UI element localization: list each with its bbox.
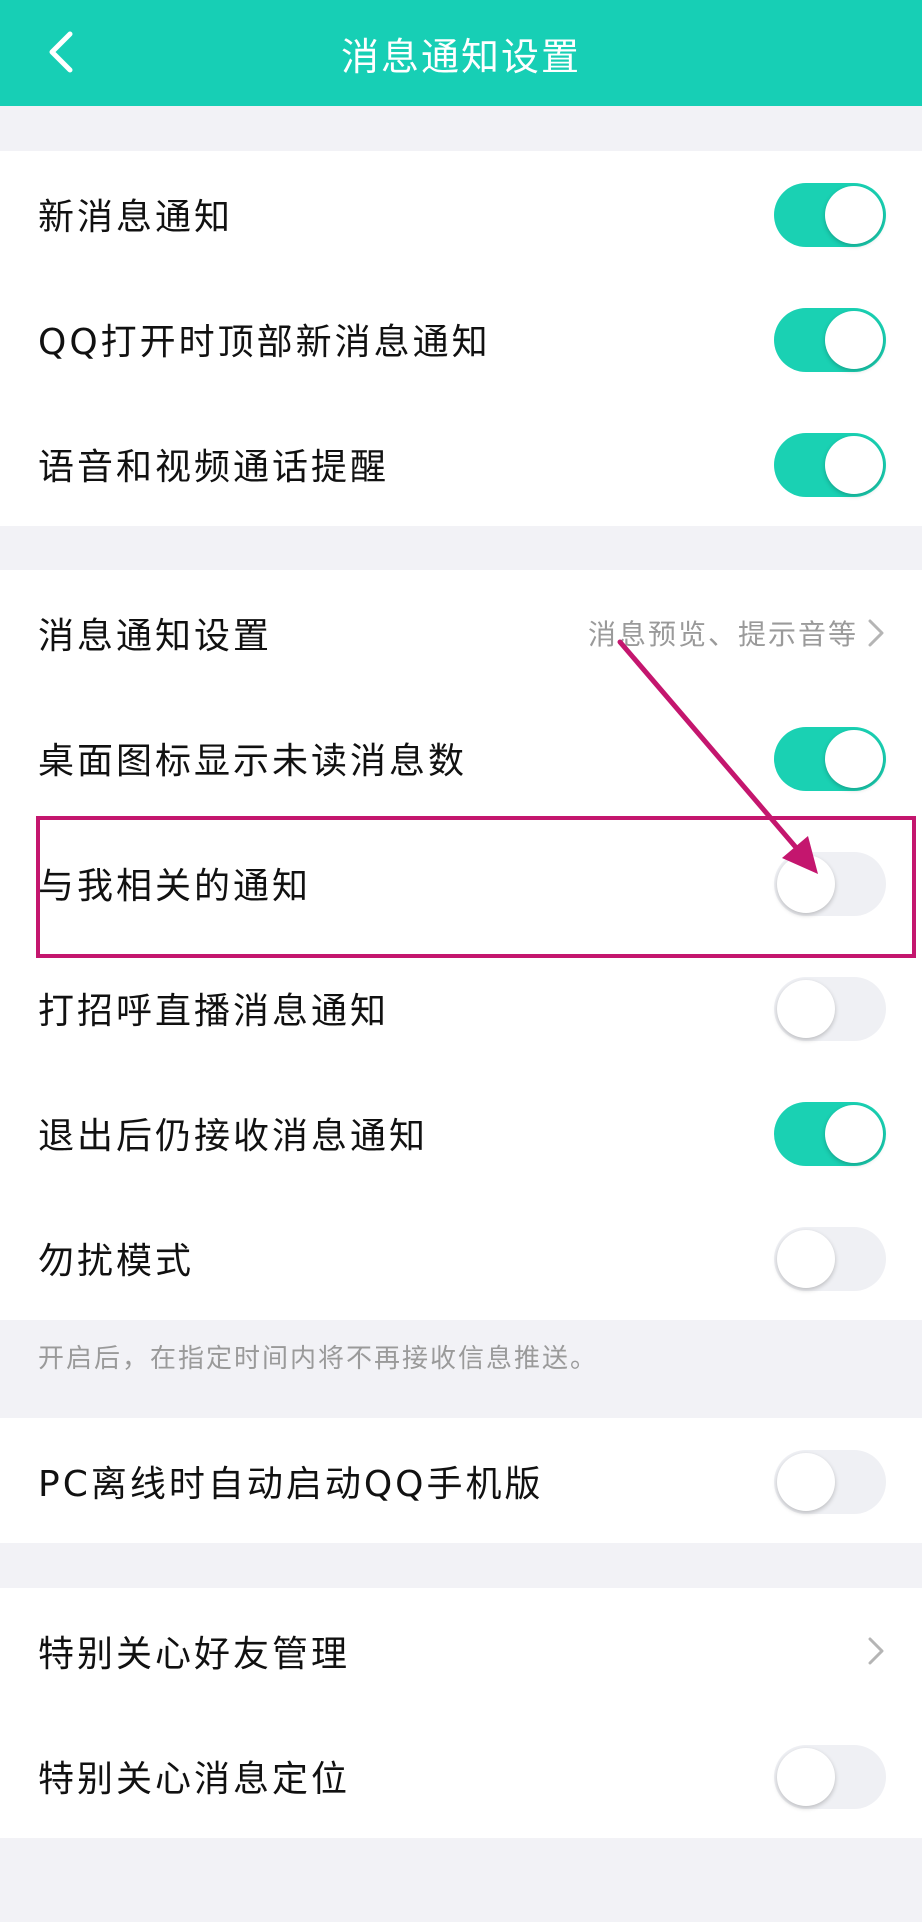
settings-group-pc: PC离线时自动启动QQ手机版	[0, 1418, 922, 1543]
setting-row-special-location: 特别关心消息定位	[0, 1713, 922, 1838]
settings-group-special-care: 特别关心好友管理 特别关心消息定位	[0, 1588, 922, 1838]
setting-label: 桌面图标显示未读消息数	[38, 740, 468, 782]
setting-row-receive-after-exit: 退出后仍接收消息通知	[0, 1070, 922, 1195]
toggle-knob	[777, 1230, 835, 1288]
setting-label: PC离线时自动启动QQ手机版	[38, 1463, 544, 1505]
setting-label: QQ打开时顶部新消息通知	[38, 321, 491, 363]
setting-row-top-banner: QQ打开时顶部新消息通知	[0, 276, 922, 401]
setting-label: 打招呼直播消息通知	[38, 990, 390, 1032]
setting-row-call-alert: 语音和视频通话提醒	[0, 401, 922, 526]
toggle-knob	[825, 186, 883, 244]
settings-group-basic: 新消息通知 QQ打开时顶部新消息通知 语音和视频通话提醒	[0, 151, 922, 526]
toggle-knob	[777, 1748, 835, 1806]
chevron-right-icon	[868, 1637, 884, 1665]
setting-label: 特别关心消息定位	[38, 1758, 351, 1800]
toggle-knob	[825, 730, 883, 788]
toggle-top-banner[interactable]	[774, 308, 886, 372]
setting-label: 特别关心好友管理	[38, 1633, 351, 1675]
setting-row-badge-count: 桌面图标显示未读消息数	[0, 695, 922, 820]
toggle-badge-count[interactable]	[774, 727, 886, 791]
setting-label: 消息通知设置	[38, 615, 273, 657]
toggle-knob	[777, 980, 835, 1038]
setting-label: 语音和视频通话提醒	[38, 446, 390, 488]
toggle-pc-offline[interactable]	[774, 1450, 886, 1514]
setting-label: 退出后仍接收消息通知	[38, 1115, 429, 1157]
top-bar: 消息通知设置	[0, 0, 922, 106]
toggle-knob	[825, 311, 883, 369]
toggle-knob	[825, 1105, 883, 1163]
toggle-new-message[interactable]	[774, 183, 886, 247]
chevron-right-icon	[868, 619, 884, 647]
toggle-greeting-live[interactable]	[774, 977, 886, 1041]
setting-row-new-message: 新消息通知	[0, 151, 922, 276]
toggle-knob	[777, 1453, 835, 1511]
toggle-call-alert[interactable]	[774, 433, 886, 497]
toggle-special-location[interactable]	[774, 1745, 886, 1809]
setting-label: 与我相关的通知	[38, 865, 312, 907]
toggle-receive-after-exit[interactable]	[774, 1102, 886, 1166]
settings-group-notifications: 消息通知设置 消息预览、提示音等 桌面图标显示未读消息数 与我相关的通知 打招呼…	[0, 570, 922, 1320]
setting-label: 勿扰模式	[38, 1240, 195, 1282]
toggle-knob	[777, 855, 835, 913]
setting-row-notify-settings[interactable]: 消息通知设置 消息预览、提示音等	[0, 570, 922, 695]
dnd-description: 开启后，在指定时间内将不再接收信息推送。	[38, 1343, 599, 1374]
setting-row-pc-offline: PC离线时自动启动QQ手机版	[0, 1418, 922, 1543]
setting-row-do-not-disturb: 勿扰模式	[0, 1195, 922, 1320]
setting-row-related-notify: 与我相关的通知	[0, 820, 922, 945]
setting-row-greeting-live: 打招呼直播消息通知	[0, 945, 922, 1070]
toggle-knob	[825, 436, 883, 494]
toggle-related-notify[interactable]	[774, 852, 886, 916]
setting-value: 消息预览、提示音等	[587, 617, 858, 651]
setting-label: 新消息通知	[38, 196, 234, 238]
setting-row-special-friends[interactable]: 特别关心好友管理	[0, 1588, 922, 1713]
toggle-do-not-disturb[interactable]	[774, 1227, 886, 1291]
page-title: 消息通知设置	[340, 34, 581, 79]
